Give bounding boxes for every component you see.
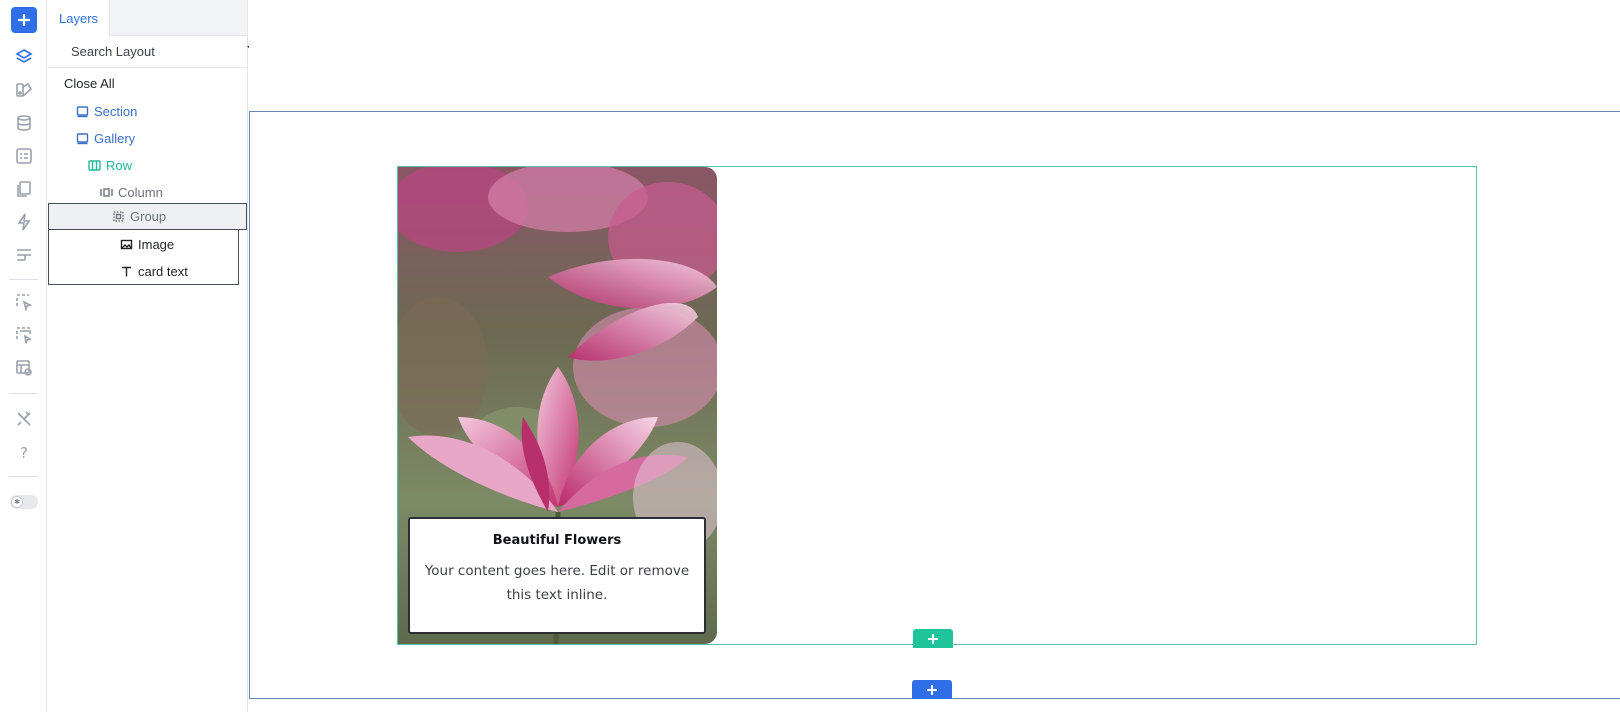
gallery-card[interactable]: Beautiful Flowers Your content goes here… [398,167,717,644]
layer-image[interactable]: Image [48,231,247,258]
section-icon [76,105,89,118]
layer-label: card text [138,264,188,279]
help-icon: ? [20,444,28,462]
pages-icon [17,181,31,197]
tab-layers[interactable]: Layers [48,0,111,36]
multi-select-button[interactable] [11,322,37,348]
column-icon [100,186,113,199]
layer-column[interactable]: Column [48,179,247,206]
layer-label: Section [94,104,138,119]
tools-button[interactable] [11,406,37,432]
layer-gallery[interactable]: Gallery [48,125,247,152]
bolt-icon [17,213,31,231]
add-row-button[interactable] [913,629,953,648]
card-body[interactable]: Your content goes here. Edit or remove t… [424,559,690,607]
editor-canvas: Beautiful Flowers Your content goes here… [249,0,1620,712]
theme-toggle[interactable]: ✱ [10,495,38,509]
layers-panel: Layers Close All Section Gallery Row Col… [48,0,259,712]
multi-select-icon [16,327,32,344]
row-outline[interactable]: Beautiful Flowers Your content goes here… [397,166,1477,648]
layer-section[interactable]: Section [48,98,247,125]
layer-label: Image [138,237,175,252]
pages-button[interactable] [11,176,37,202]
database-icon [17,115,31,131]
layer-card-text[interactable]: card text [48,258,247,285]
toggle-icon: ✱ [12,497,22,507]
image-icon [120,238,133,251]
panel-tabs: Layers [48,0,247,36]
layer-label: Gallery [94,131,136,146]
rail-divider [9,476,38,477]
row-icon [88,159,101,172]
card-title[interactable]: Beautiful Flowers [410,533,704,548]
plus-icon [18,14,30,26]
plus-icon [927,684,937,695]
actions-button[interactable] [11,209,37,235]
section-icon [76,132,89,145]
close-all-button[interactable]: Close All [64,76,115,91]
tools-icon [17,411,31,426]
search-input[interactable] [71,44,247,59]
tables-button[interactable] [11,242,37,268]
layers-button[interactable] [11,44,37,70]
paint-icon [16,82,33,97]
help-button[interactable]: ? [11,440,37,466]
card-text[interactable]: Beautiful Flowers Your content goes here… [408,517,706,634]
form-icon [16,148,32,164]
add-element-button[interactable] [11,7,37,33]
section-outline[interactable]: Beautiful Flowers Your content goes here… [249,111,1620,699]
group-icon [112,210,125,223]
layer-label: Row [106,158,133,173]
select-button[interactable] [11,289,37,315]
rail-divider [9,393,38,394]
preview-icon [16,360,32,376]
styles-button[interactable] [11,77,37,103]
table-icon [17,249,31,261]
layer-label: Group [130,209,167,224]
rail-divider [9,279,38,280]
text-icon [120,265,133,278]
select-icon [16,294,33,311]
layers-icon [15,49,33,63]
forms-button[interactable] [11,143,37,169]
plus-icon [928,633,938,644]
layer-search [48,36,259,68]
data-button[interactable] [11,110,37,136]
icon-rail: ? ✱ [0,0,47,712]
preview-button[interactable] [11,355,37,381]
add-section-button[interactable] [912,680,952,699]
layer-row[interactable]: Row [48,152,247,179]
layer-label: Column [118,185,163,200]
layer-group[interactable]: Group [48,203,247,230]
